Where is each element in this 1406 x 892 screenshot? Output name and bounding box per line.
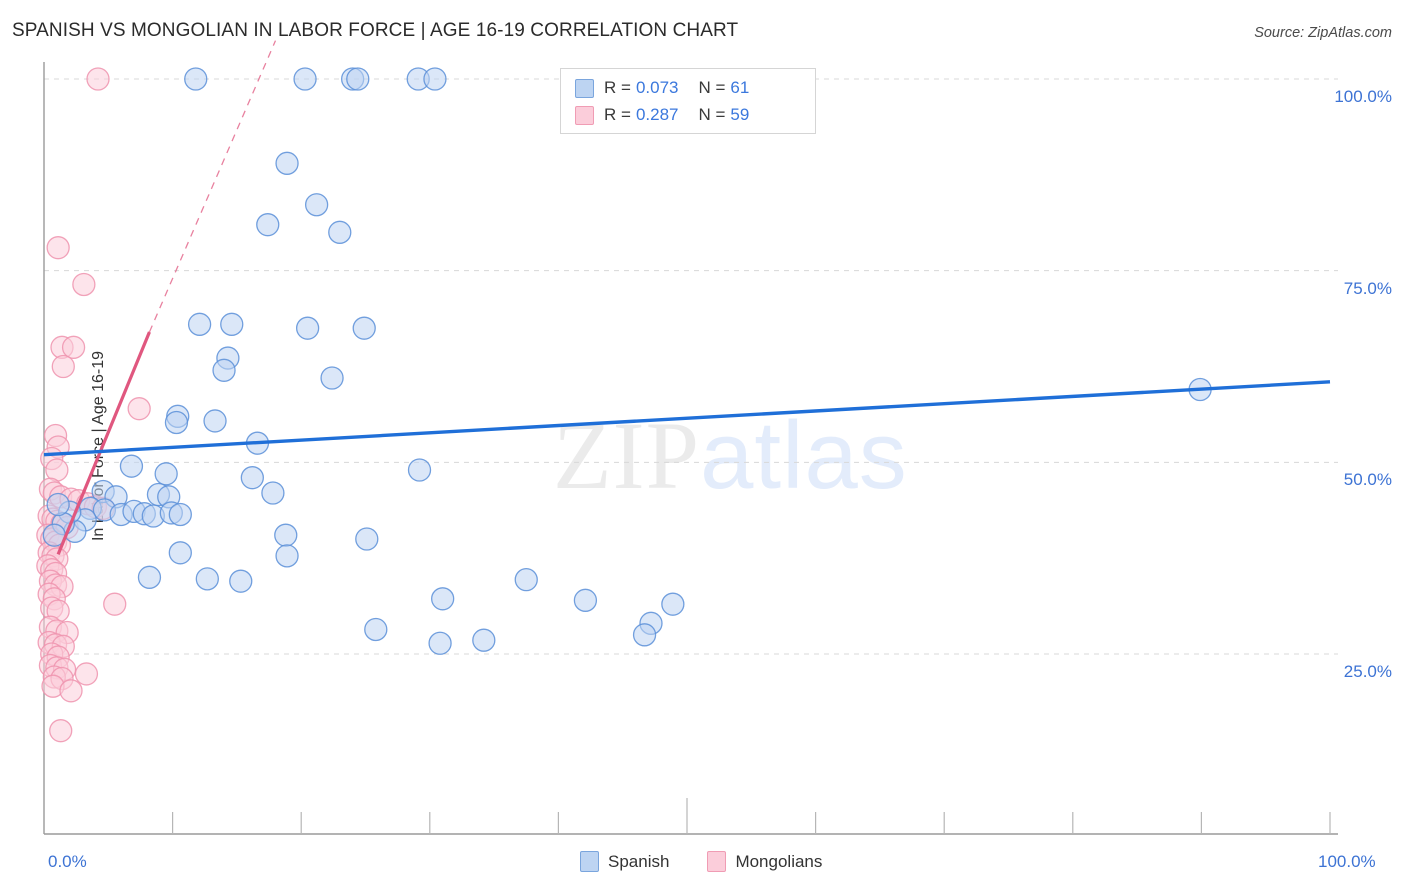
data-point <box>103 592 127 616</box>
data-point <box>320 366 344 390</box>
trendline-solid-spanish <box>43 380 1331 457</box>
legend-row-spanish: R = 0.073 N = 61 <box>575 75 749 101</box>
data-point <box>195 567 219 591</box>
data-point <box>59 679 83 703</box>
data-point <box>275 544 299 568</box>
legend-r-value-mongolians: 0.287 <box>635 105 679 124</box>
legend-swatch-mongolians <box>575 105 594 125</box>
legend-n-value-mongolians: 59 <box>730 105 750 124</box>
data-point <box>184 67 208 91</box>
legend-swatch-spanish <box>575 78 594 98</box>
data-point <box>46 492 70 517</box>
series-swatch-spanish <box>580 851 599 872</box>
legend-n-value-spanish: 61 <box>730 78 750 97</box>
data-point <box>49 719 73 743</box>
legend-n-label-mongolians: N = <box>698 105 726 124</box>
x-tick-marks <box>172 798 1331 834</box>
legend-n-label-spanish: N = <box>698 78 726 97</box>
series-legend: Spanish Mongolians <box>580 851 860 872</box>
data-point <box>328 220 352 244</box>
scatter-points-mongolians <box>36 67 151 743</box>
legend-r-label-mongolians: R = <box>604 105 631 124</box>
data-point <box>275 151 299 175</box>
data-point <box>346 67 370 91</box>
scatter-points-spanish <box>42 67 1212 655</box>
x-tick-max: 100.0% <box>1318 852 1376 871</box>
series-swatch-mongolians <box>707 851 727 872</box>
data-point <box>274 523 298 547</box>
trendline-spanish <box>43 380 1331 457</box>
series-legend-item-mongolians[interactable]: Mongolians <box>707 851 822 872</box>
data-point <box>187 312 212 336</box>
data-point <box>203 409 227 433</box>
data-point <box>352 316 376 340</box>
data-point <box>256 213 280 237</box>
y-tick-label: 50.0% <box>1343 470 1392 490</box>
axis-lines <box>43 62 1338 835</box>
data-point <box>212 358 236 382</box>
legend-r-label-spanish: R = <box>604 78 631 97</box>
data-point <box>51 354 75 379</box>
data-point <box>240 466 264 490</box>
data-point <box>168 541 192 565</box>
x-tick-min: 0.0% <box>48 852 87 871</box>
data-point <box>293 67 317 91</box>
correlation-chart: SPANISH VS MONGOLIAN IN LABOR FORCE | AG… <box>0 0 1406 892</box>
data-point <box>304 193 329 217</box>
data-point <box>514 567 538 592</box>
data-point <box>86 67 110 91</box>
data-point <box>407 458 432 482</box>
y-tick-label: 100.0% <box>1334 87 1392 106</box>
y-tick-label: 25.0% <box>1343 662 1392 681</box>
data-point <box>137 565 162 589</box>
data-point <box>661 592 685 616</box>
data-point <box>423 67 447 91</box>
data-point <box>220 312 244 336</box>
series-label-spanish: Spanish <box>608 851 670 871</box>
legend-r-value-spanish: 0.073 <box>635 78 679 97</box>
data-point <box>74 662 99 686</box>
data-point <box>364 617 388 642</box>
data-point <box>46 236 70 260</box>
series-label-mongolians: Mongolians <box>735 851 823 871</box>
data-point <box>428 631 452 655</box>
legend-row-mongolians: R = 0.287 N = 59 <box>575 102 749 128</box>
series-legend-item-spanish[interactable]: Spanish <box>580 851 669 872</box>
y-tick-label: 75.0% <box>1343 278 1392 298</box>
data-point <box>164 410 189 435</box>
data-point <box>295 316 320 340</box>
gridlines <box>44 78 1338 655</box>
data-point <box>72 272 96 297</box>
correlation-legend: R = 0.073 N = 61 R = 0.287 N = 59 <box>560 68 816 134</box>
data-point <box>61 335 86 359</box>
data-point <box>119 454 144 478</box>
data-point <box>261 481 285 505</box>
data-point <box>472 628 496 652</box>
data-point <box>632 623 657 647</box>
data-point <box>168 502 192 527</box>
data-point <box>573 588 598 612</box>
trendline-dashed-mongolians <box>148 40 277 333</box>
data-point <box>127 397 151 421</box>
data-point <box>229 569 253 593</box>
data-point <box>355 527 379 551</box>
data-point <box>154 462 178 486</box>
data-point <box>431 587 455 611</box>
